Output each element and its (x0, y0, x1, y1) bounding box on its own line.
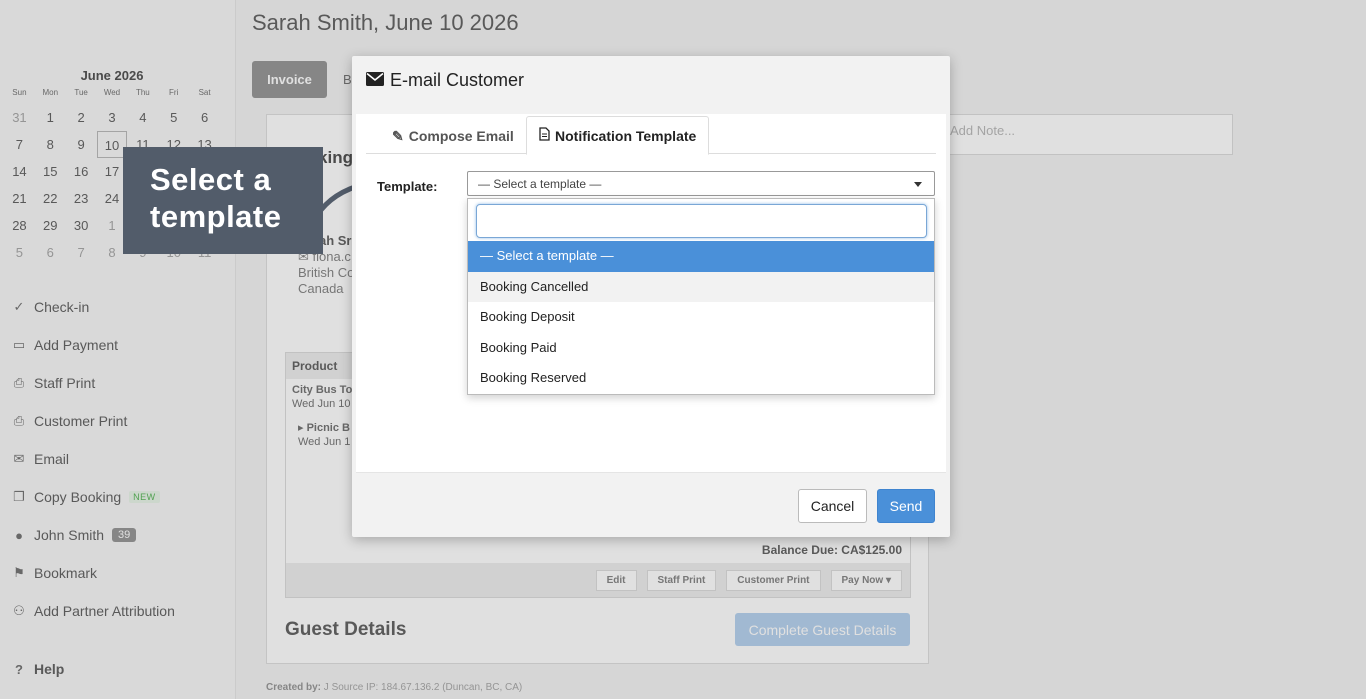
callout-line-2: template (150, 199, 282, 234)
tab-label: Compose Email (408, 128, 514, 144)
template-option-booking-paid[interactable]: Booking Paid (468, 333, 934, 364)
template-option-booking-cancelled[interactable]: Booking Cancelled (468, 271, 934, 303)
template-option-booking-reserved[interactable]: Booking Reserved (468, 363, 934, 394)
tab-notification-template[interactable]: Notification Template (526, 116, 710, 155)
modal-header: E-mail Customer (366, 70, 524, 91)
template-options: — Select a template — Booking Cancelled … (468, 241, 934, 394)
cancel-button[interactable]: Cancel (798, 489, 867, 523)
template-option-select[interactable]: — Select a template — (468, 241, 934, 272)
template-select-value: — Select a template — (478, 177, 602, 191)
envelope-icon (366, 70, 384, 91)
tab-label: Notification Template (555, 127, 697, 144)
tab-compose-email[interactable]: ✎ Compose Email (380, 116, 526, 156)
modal-tabs: ✎ Compose Email Notification Template (366, 114, 936, 156)
modal-footer: Cancel Send (356, 472, 946, 531)
document-icon (539, 127, 550, 144)
caret-down-icon (914, 182, 922, 187)
callout-line-1: Select a (150, 162, 272, 197)
annotation-callout: Select a template (123, 147, 323, 254)
template-dropdown: — Select a template — Booking Cancelled … (467, 198, 935, 395)
template-option-booking-deposit[interactable]: Booking Deposit (468, 302, 934, 333)
send-button[interactable]: Send (877, 489, 935, 523)
template-label: Template: (377, 179, 438, 194)
template-select[interactable]: — Select a template — (467, 171, 935, 196)
template-search-input[interactable] (476, 204, 927, 238)
modal-title: E-mail Customer (390, 70, 525, 90)
pencil-icon: ✎ (392, 127, 404, 144)
